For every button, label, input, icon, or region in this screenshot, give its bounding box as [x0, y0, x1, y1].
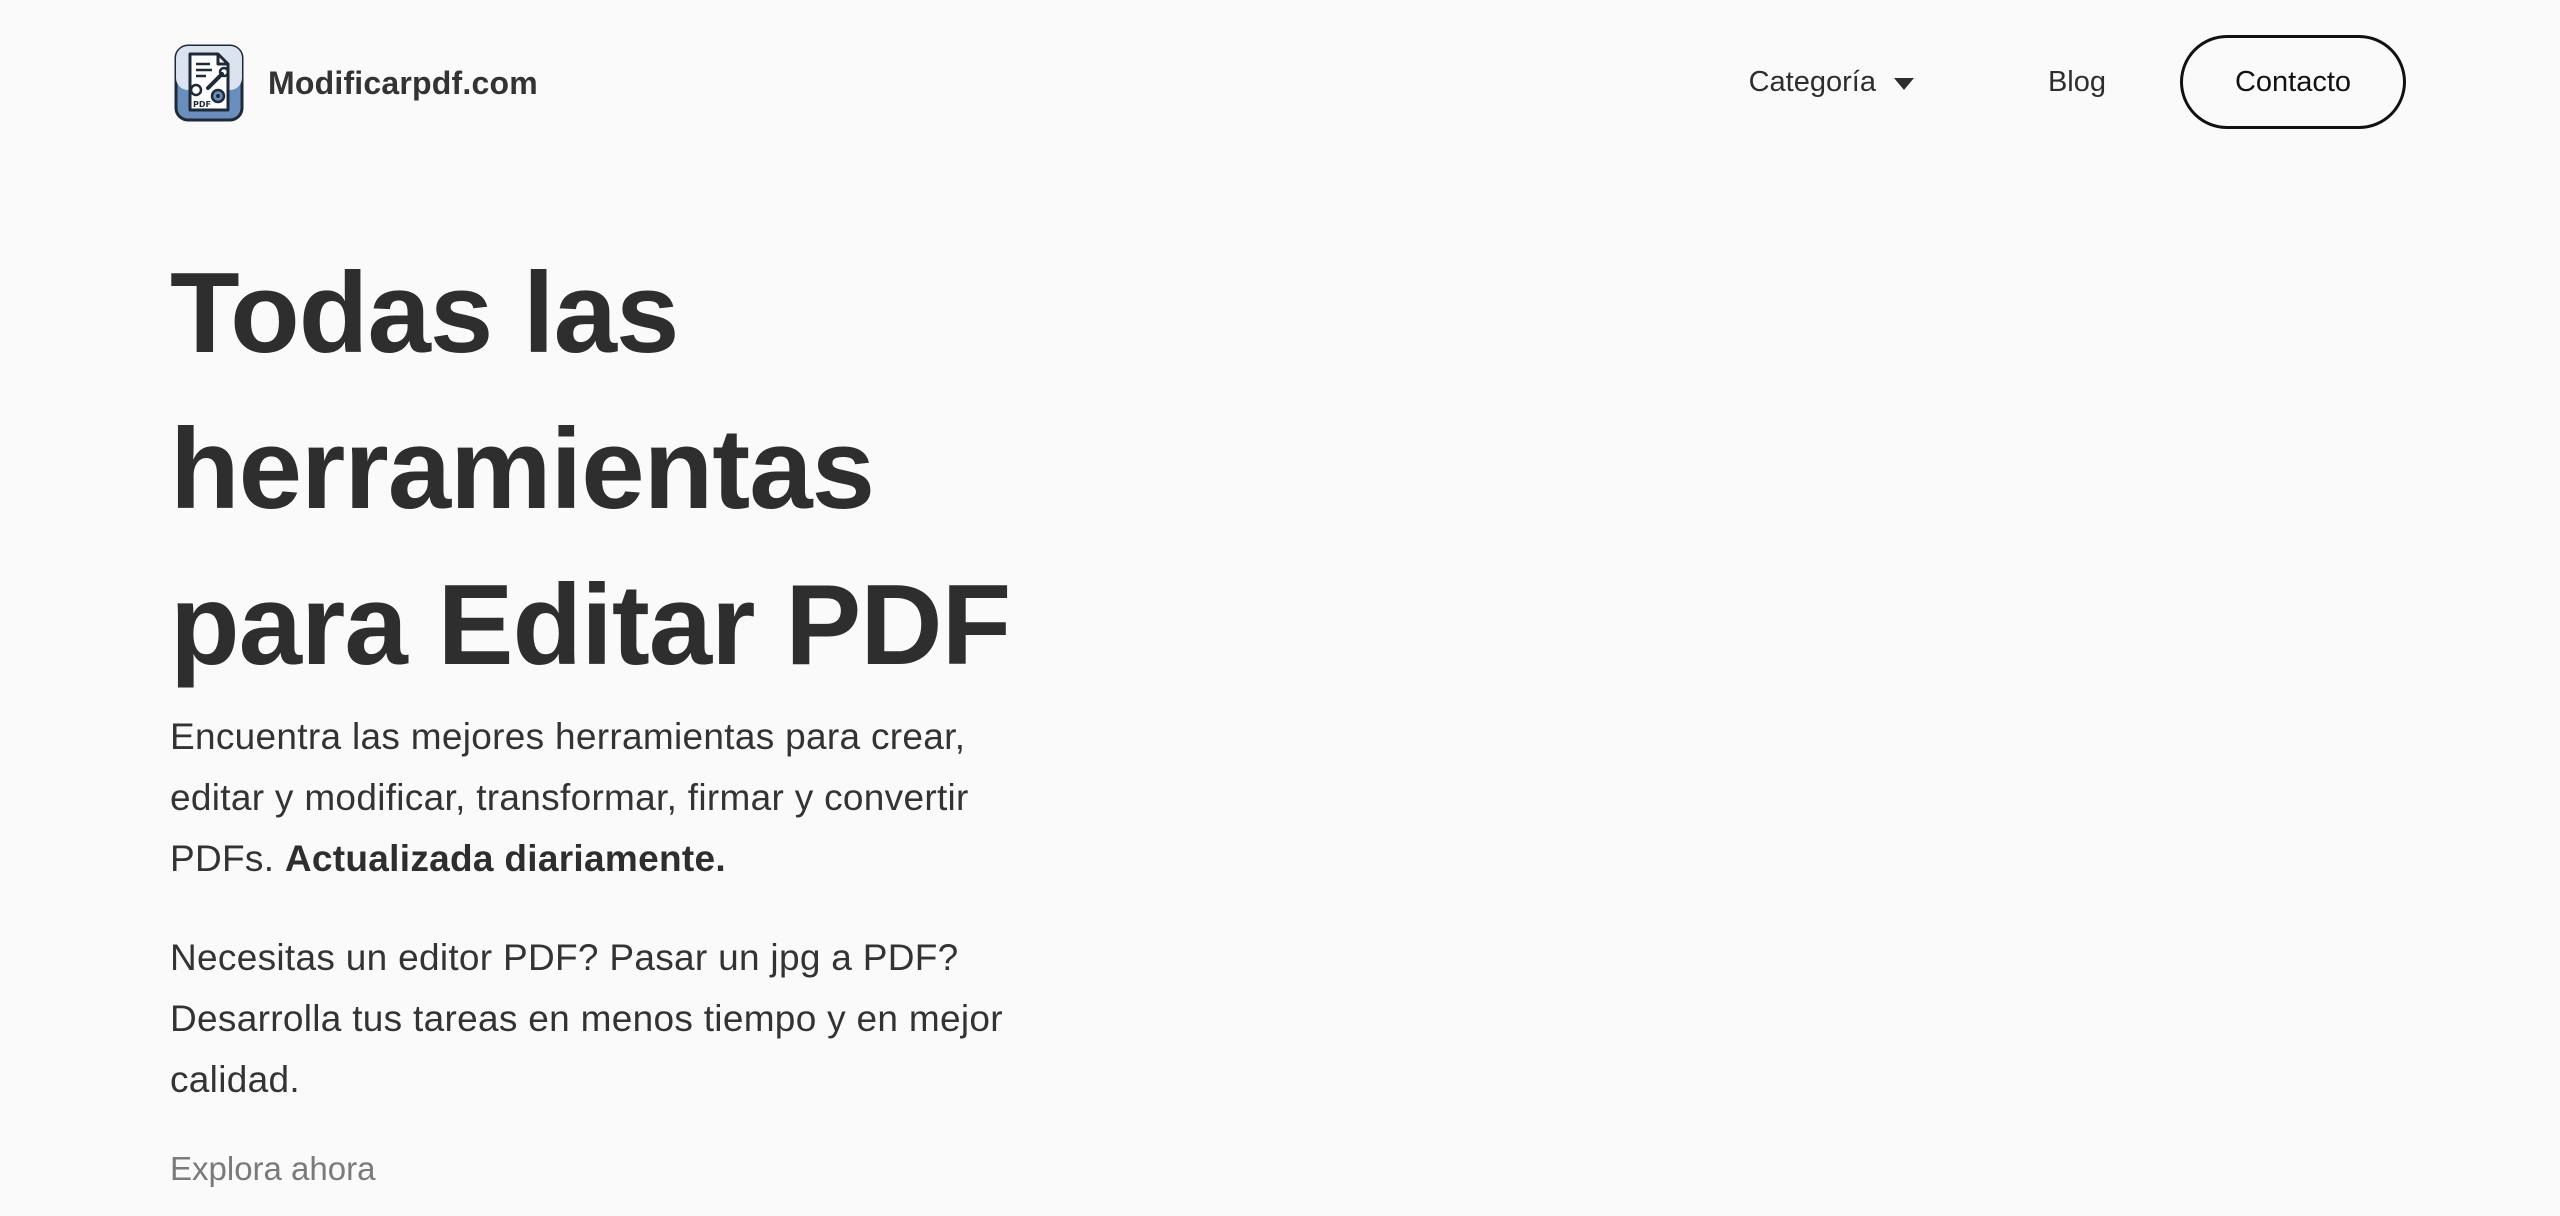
hero-description-highlight: Actualizada diariamente. [284, 838, 726, 879]
svg-text:PDF: PDF [193, 100, 211, 109]
hero-description-secondary: Necesitas un editor PDF? Pasar un jpg a … [170, 937, 1003, 1100]
pdf-tools-logo-icon: PDF [174, 44, 244, 122]
hero-section: Todas las herramientas para Editar PDF E… [170, 236, 1270, 1188]
main-nav: Categoría Blog Contacto [1749, 35, 2406, 129]
hero-title-line: herramientas [170, 406, 875, 533]
hero-title-line: para Editar PDF [170, 562, 1011, 689]
brand-name: Modificarpdf.com [268, 64, 538, 101]
site-header: PDF Modificarpdf.com Categoría Blog Cont… [0, 0, 2560, 164]
nav-category-dropdown[interactable]: Categoría [1749, 66, 1914, 99]
nav-category-label: Categoría [1748, 65, 1876, 98]
contact-button[interactable]: Contacto [2180, 35, 2406, 129]
nav-blog-link[interactable]: Blog [2048, 66, 2106, 99]
brand-home-link[interactable]: PDF Modificarpdf.com [174, 44, 538, 122]
hero-title-line: Todas las [170, 250, 679, 377]
hero-title: Todas las herramientas para Editar PDF [170, 236, 1270, 704]
chevron-down-icon [1893, 77, 1914, 90]
explore-now-link[interactable]: Explora ahora [170, 1150, 375, 1188]
hero-description: Encuentra las mejores herramientas para … [170, 706, 1050, 889]
